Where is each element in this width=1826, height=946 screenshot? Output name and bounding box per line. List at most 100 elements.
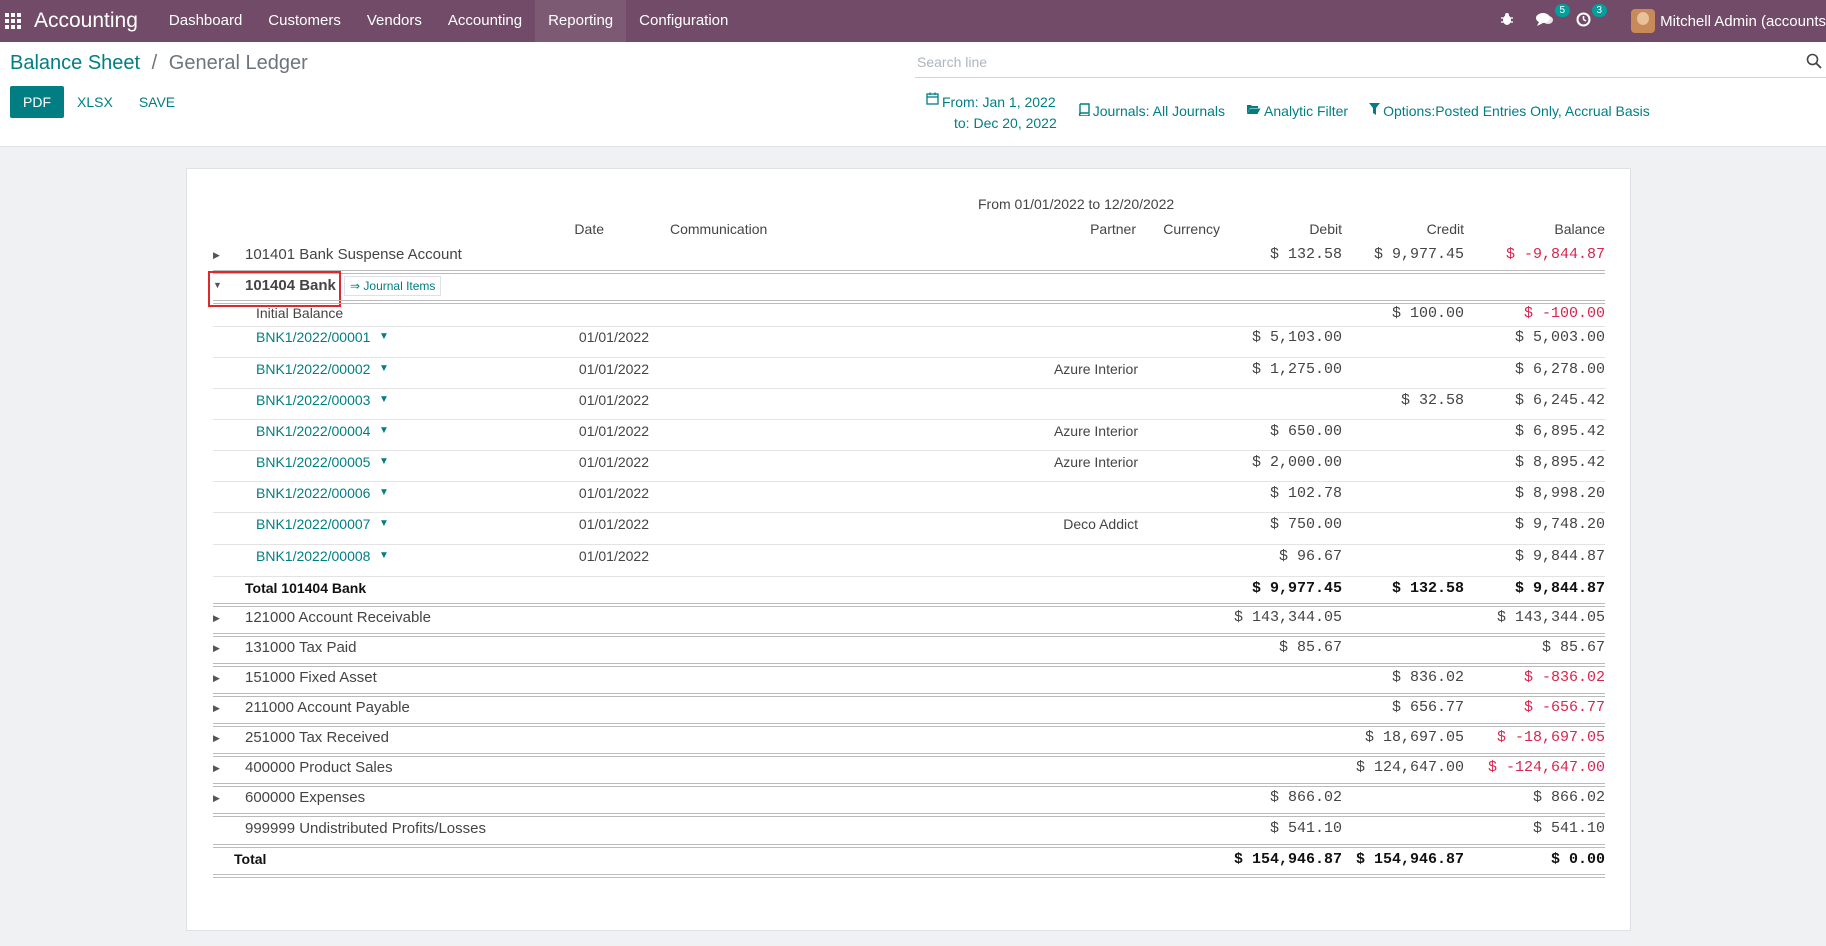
divider: [213, 723, 1605, 727]
expand-caret-icon[interactable]: ▶: [213, 793, 220, 804]
line-date: 01/01/2022: [578, 392, 649, 408]
user-menu[interactable]: Mitchell Admin (accounts: [1660, 13, 1826, 30]
menu-reporting[interactable]: Reporting: [535, 0, 627, 42]
col-partner: Partner: [1090, 221, 1136, 237]
expand-caret-icon[interactable]: ▶: [213, 643, 220, 654]
line-date: 01/01/2022: [578, 454, 649, 470]
menu-dashboard[interactable]: Dashboard: [156, 0, 255, 42]
breadcrumb-current: General Ledger: [168, 52, 308, 74]
divider: [213, 633, 1605, 637]
expand-caret-icon[interactable]: ▶: [213, 673, 220, 684]
dropdown-caret-icon[interactable]: ▼: [379, 331, 389, 342]
menu-accounting[interactable]: Accounting: [435, 0, 535, 42]
dropdown-caret-icon[interactable]: ▼: [379, 518, 389, 529]
user-avatar[interactable]: [1631, 9, 1656, 33]
menu-customers[interactable]: Customers: [255, 0, 354, 42]
balance-value: $ -836.02: [1523, 669, 1605, 686]
divider: [213, 663, 1605, 667]
control-panel: Balance Sheet / General Ledger PDF XLSX …: [0, 42, 1826, 147]
dropdown-caret-icon[interactable]: ▼: [379, 550, 389, 561]
col-credit: Credit: [1426, 221, 1464, 237]
expand-caret-icon[interactable]: ▶: [213, 733, 220, 744]
divider: [213, 603, 1605, 607]
search-icon[interactable]: [1806, 53, 1822, 69]
breadcrumb-separator: /: [151, 52, 158, 74]
debit-value: $ 102.78: [1269, 485, 1342, 502]
options-filter[interactable]: Options:Posted Entries Only, Accrual Bas…: [1369, 103, 1650, 119]
account-name: 999999 Undistributed Profits/Losses: [245, 820, 486, 837]
chat-badge: 5: [1554, 3, 1571, 17]
collapse-caret-icon[interactable]: ▼: [213, 280, 222, 290]
date-filter[interactable]: From: Jan 1, 2022 to: Dec 20, 2022: [926, 92, 1057, 134]
line-date: 01/01/2022: [578, 485, 649, 501]
dropdown-caret-icon[interactable]: ▼: [379, 363, 389, 374]
calendar-icon: [926, 92, 939, 108]
divider: [213, 783, 1605, 787]
debit-value: $ 650.00: [1269, 423, 1342, 440]
balance-value: $ 541.10: [1532, 820, 1605, 837]
credit-value: $ 32.58: [1400, 392, 1464, 409]
balance-value: $ 6,895.42: [1514, 423, 1605, 440]
analytic-filter[interactable]: Analytic Filter: [1246, 103, 1348, 119]
credit-value: $ 154,946.87: [1355, 851, 1464, 868]
account-name: 600000 Expenses: [245, 789, 366, 806]
credit-value: $ 656.77: [1391, 699, 1464, 716]
divider: [213, 270, 1605, 274]
apps-menu-icon[interactable]: [5, 13, 21, 29]
move-reference[interactable]: BNK1/2022/00005: [256, 454, 370, 470]
move-reference[interactable]: BNK1/2022/00001: [256, 329, 370, 345]
account-name: 121000 Account Receivable: [245, 609, 431, 626]
menu-configuration[interactable]: Configuration: [626, 0, 741, 42]
account-name: 251000 Tax Received: [245, 729, 389, 746]
balance-value: $ 143,344.05: [1496, 609, 1605, 626]
chat-icon[interactable]: 5: [1536, 3, 1571, 31]
move-reference[interactable]: BNK1/2022/00006: [256, 485, 370, 501]
expand-caret-icon[interactable]: ▶: [213, 703, 220, 714]
activity-clock-icon[interactable]: 3: [1576, 3, 1608, 31]
balance-value: $ 5,003.00: [1514, 329, 1605, 346]
save-button[interactable]: SAVE: [126, 86, 188, 118]
divider: [213, 481, 1605, 482]
pdf-button[interactable]: PDF: [10, 86, 64, 118]
dropdown-caret-icon[interactable]: ▼: [379, 425, 389, 436]
activity-badge: 3: [1591, 3, 1608, 17]
options-filter-label: Options:Posted Entries Only, Accrual Bas…: [1383, 103, 1650, 119]
balance-value: $ -9,844.87: [1505, 246, 1605, 263]
line-partner: Azure Interior: [1053, 423, 1138, 439]
move-reference[interactable]: BNK1/2022/00004: [256, 423, 370, 439]
report-sheet: From 01/01/2022 to 12/20/2022 Date Commu…: [186, 168, 1631, 931]
menu-vendors[interactable]: Vendors: [354, 0, 435, 42]
debit-value: $ 750.00: [1269, 516, 1342, 533]
move-reference[interactable]: BNK1/2022/00003: [256, 392, 370, 408]
move-reference[interactable]: BNK1/2022/00007: [256, 516, 370, 532]
xlsx-button[interactable]: XLSX: [64, 86, 126, 118]
expand-caret-icon[interactable]: ▶: [213, 763, 220, 774]
period-label: From 01/01/2022 to 12/20/2022: [978, 196, 1175, 212]
debit-value: $ 2,000.00: [1251, 454, 1342, 471]
move-reference[interactable]: BNK1/2022/00008: [256, 548, 370, 564]
move-reference[interactable]: BNK1/2022/00002: [256, 361, 370, 377]
journal-items-button[interactable]: ⇒ Journal Items: [344, 276, 442, 296]
expand-caret-icon[interactable]: ▶: [213, 613, 220, 624]
bug-icon[interactable]: [1500, 12, 1514, 30]
journals-filter[interactable]: Journals: All Journals: [1078, 103, 1225, 119]
search-input[interactable]: [915, 48, 1755, 76]
breadcrumb-balance-sheet[interactable]: Balance Sheet: [10, 52, 140, 74]
balance-value: $ 9,748.20: [1514, 516, 1605, 533]
credit-value: $ 9,977.45: [1373, 246, 1464, 263]
line-date: 01/01/2022: [578, 516, 649, 532]
dropdown-caret-icon[interactable]: ▼: [379, 394, 389, 405]
debit-value: $ 866.02: [1269, 789, 1342, 806]
debit-value: $ 132.58: [1269, 246, 1342, 263]
expand-caret-icon[interactable]: ▶: [213, 250, 220, 261]
analytic-filter-label: Analytic Filter: [1264, 103, 1349, 119]
balance-value: $ 8,998.20: [1514, 485, 1605, 502]
dropdown-caret-icon[interactable]: ▼: [379, 487, 389, 498]
debit-value: $ 541.10: [1269, 820, 1342, 837]
app-brand[interactable]: Accounting: [34, 9, 138, 33]
credit-value: $ 100.00: [1391, 305, 1464, 322]
debit-value: $ 85.67: [1278, 639, 1342, 656]
dropdown-caret-icon[interactable]: ▼: [379, 456, 389, 467]
debit-value: $ 5,103.00: [1251, 329, 1342, 346]
balance-value: $ 9,844.87: [1514, 580, 1605, 597]
